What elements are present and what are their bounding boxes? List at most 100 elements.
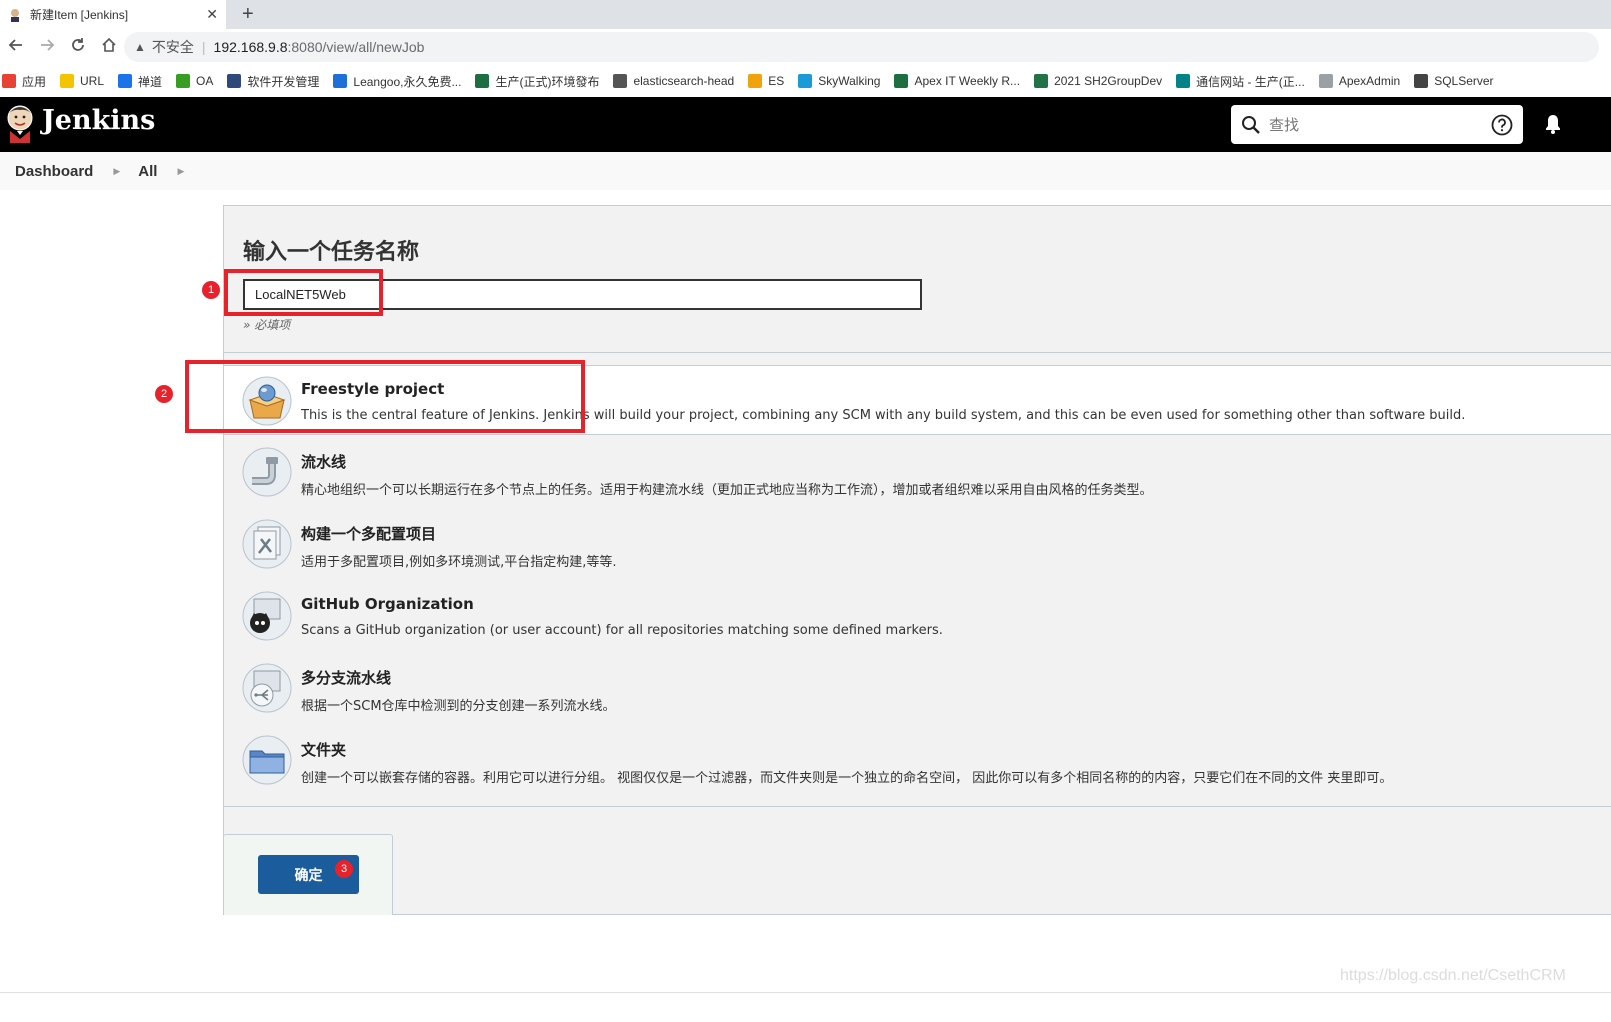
bookmark-item[interactable]: Leangoo,永久免费...: [333, 73, 461, 90]
bookmark-label: 禅道: [138, 74, 163, 89]
github-org-icon: [242, 591, 292, 641]
annotation-marker-3: 3: [335, 860, 353, 878]
bookmark-item[interactable]: OA: [176, 74, 213, 88]
job-type-name: 流水线: [301, 453, 347, 471]
forward-arrow-icon[interactable]: [31, 37, 62, 58]
bookmark-item[interactable]: Apex IT Weekly R...: [894, 74, 1020, 88]
annotation-marker-1: 1: [202, 281, 220, 299]
bookmark-item[interactable]: ApexAdmin: [1318, 74, 1401, 88]
search-icon: [1242, 116, 1260, 134]
sqlserver-icon: [1414, 74, 1429, 88]
leangoo-icon: [333, 74, 348, 88]
bookmark-item[interactable]: 生产(正式)环境發布: [475, 73, 599, 90]
bookmark-label: ApexAdmin: [1338, 74, 1401, 88]
bookmark-item[interactable]: ES: [748, 74, 784, 88]
excel-icon: [475, 74, 490, 88]
required-hint: » 必填项: [243, 318, 291, 332]
breadcrumb-dashboard[interactable]: Dashboard: [15, 163, 93, 180]
bookmark-label: URL: [80, 74, 105, 88]
notification-bell-icon[interactable]: [1545, 114, 1561, 134]
annotation-box-name-input: [224, 269, 383, 316]
search-box: [1231, 105, 1523, 144]
annotation-marker-2: 2: [155, 385, 173, 403]
bookmark-label: Leangoo,永久免费...: [353, 74, 462, 89]
jenkins-header: Jenkins: [0, 97, 1611, 152]
job-type-multibranch[interactable]: 多分支流水线 根据一个SCM仓库中检测到的分支创建一系列流水线。: [224, 653, 1611, 723]
bookmark-label: ES: [768, 74, 785, 88]
elastic-icon: [613, 74, 628, 88]
bookmark-label: 2021 SH2GroupDev: [1054, 74, 1163, 88]
an-icon: [227, 74, 242, 88]
url-path: :8080/view/all/newJob: [287, 39, 425, 55]
breadcrumb-all[interactable]: All: [138, 163, 157, 180]
skywalking-icon: [798, 74, 813, 88]
bookmark-item[interactable]: SkyWalking: [798, 74, 880, 88]
bookmark-item[interactable]: 通信网站 - 生产(正...: [1176, 73, 1305, 90]
breadcrumb: Dashboard ▶ All ▶: [0, 152, 1611, 190]
warning-triangle-icon[interactable]: ▲: [134, 40, 146, 54]
new-tab-button[interactable]: +: [242, 3, 254, 26]
bookmark-label: 软件开发管理: [247, 74, 320, 89]
job-type-name: GitHub Organization: [301, 595, 474, 613]
section-divider: [224, 806, 1611, 807]
url-host: 192.168.9.8: [213, 39, 288, 55]
browser-tab-title: 新建Item [Jenkins]: [30, 8, 129, 22]
multi-config-icon: [242, 519, 292, 569]
search-input[interactable]: [1269, 113, 1479, 137]
bookmark-item[interactable]: SQLServer: [1414, 74, 1494, 88]
url-text[interactable]: 192.168.9.8:8080/view/all/newJob: [214, 39, 425, 55]
bookmark-item[interactable]: 应用: [2, 73, 46, 90]
bookmark-item[interactable]: 禅道: [118, 73, 162, 90]
zentao-icon: [118, 74, 133, 88]
help-icon[interactable]: [1491, 114, 1513, 136]
page-bottom-line: [0, 992, 1611, 993]
job-type-description: 精心地组织一个可以长期运行在多个节点上的任务。适用于构建流水线（更加正式地应当称…: [301, 483, 1153, 498]
jenkins-favicon-icon: [11, 8, 19, 22]
job-type-github-org[interactable]: GitHub Organization Scans a GitHub organ…: [224, 581, 1611, 651]
close-tab-icon[interactable]: ✕: [206, 6, 218, 23]
job-type-description: 根据一个SCM仓库中检测到的分支创建一系列流水线。: [301, 699, 616, 714]
reload-icon[interactable]: [62, 37, 93, 58]
bookmark-label: Apex IT Weekly R...: [914, 74, 1021, 88]
omnibox[interactable]: ▲ 不安全 | 192.168.9.8:8080/view/all/newJob: [124, 32, 1599, 62]
bookmark-label: 生产(正式)环境發布: [495, 74, 600, 89]
browser-tab-strip: 新建Item [Jenkins] ✕ +: [0, 0, 1611, 29]
bookmark-item[interactable]: 软件开发管理: [227, 73, 319, 90]
sharepoint-icon: [1176, 74, 1191, 88]
browser-tab[interactable]: 新建Item [Jenkins] ✕: [0, 0, 226, 29]
excel-icon: [894, 74, 909, 88]
home-icon[interactable]: [93, 37, 124, 58]
es-icon: [748, 74, 763, 88]
job-type-description: 适用于多配置项目,例如多环境测试,平台指定构建,等等.: [301, 555, 617, 570]
annotation-box-freestyle: [185, 360, 585, 433]
breadcrumb-chevron-icon[interactable]: ▶: [177, 166, 184, 177]
apps-grid-icon: [2, 74, 16, 88]
bookmark-label: SkyWalking: [818, 74, 881, 88]
multibranch-icon: [242, 663, 292, 713]
job-type-folder[interactable]: 文件夹 创建一个可以嵌套存储的容器。利用它可以进行分组。 视图仅仅是一个过滤器，…: [224, 725, 1611, 795]
bookmark-item[interactable]: URL: [60, 74, 104, 88]
bookmark-label: 应用: [22, 74, 47, 89]
jenkins-butler-logo-icon[interactable]: [4, 103, 36, 143]
job-type-multi-config[interactable]: 构建一个多配置项目 适用于多配置项目,例如多环境测试,平台指定构建,等等.: [224, 509, 1611, 579]
address-bar: ▲ 不安全 | 192.168.9.8:8080/view/all/newJob: [0, 29, 1611, 65]
job-type-name: 构建一个多配置项目: [301, 525, 437, 543]
folder-icon: [60, 74, 75, 88]
bookmarks-bar: 应用 URL 禅道 OA 软件开发管理 Leangoo,永久免费... 生产(正式)环境發布…: [0, 65, 1611, 97]
jenkins-title[interactable]: Jenkins: [42, 105, 155, 136]
breadcrumb-chevron-icon[interactable]: ▶: [113, 166, 120, 177]
page-title: 输入一个任务名称: [243, 240, 420, 265]
bookmark-item[interactable]: elasticsearch-head: [613, 74, 734, 88]
project-icon: [1034, 74, 1049, 88]
job-type-pipeline[interactable]: 流水线 精心地组织一个可以长期运行在多个节点上的任务。适用于构建流水线（更加正式…: [224, 437, 1611, 507]
folder-icon: [242, 735, 292, 785]
security-label[interactable]: 不安全: [152, 37, 194, 57]
back-arrow-icon[interactable]: [0, 37, 31, 58]
gear-icon: [176, 74, 191, 88]
section-divider: [224, 352, 1611, 353]
bookmark-label: OA: [196, 74, 214, 88]
page-icon: [1318, 74, 1333, 88]
bookmark-label: SQLServer: [1434, 74, 1494, 88]
bookmark-label: elasticsearch-head: [633, 74, 735, 88]
bookmark-item[interactable]: 2021 SH2GroupDev: [1034, 74, 1162, 88]
